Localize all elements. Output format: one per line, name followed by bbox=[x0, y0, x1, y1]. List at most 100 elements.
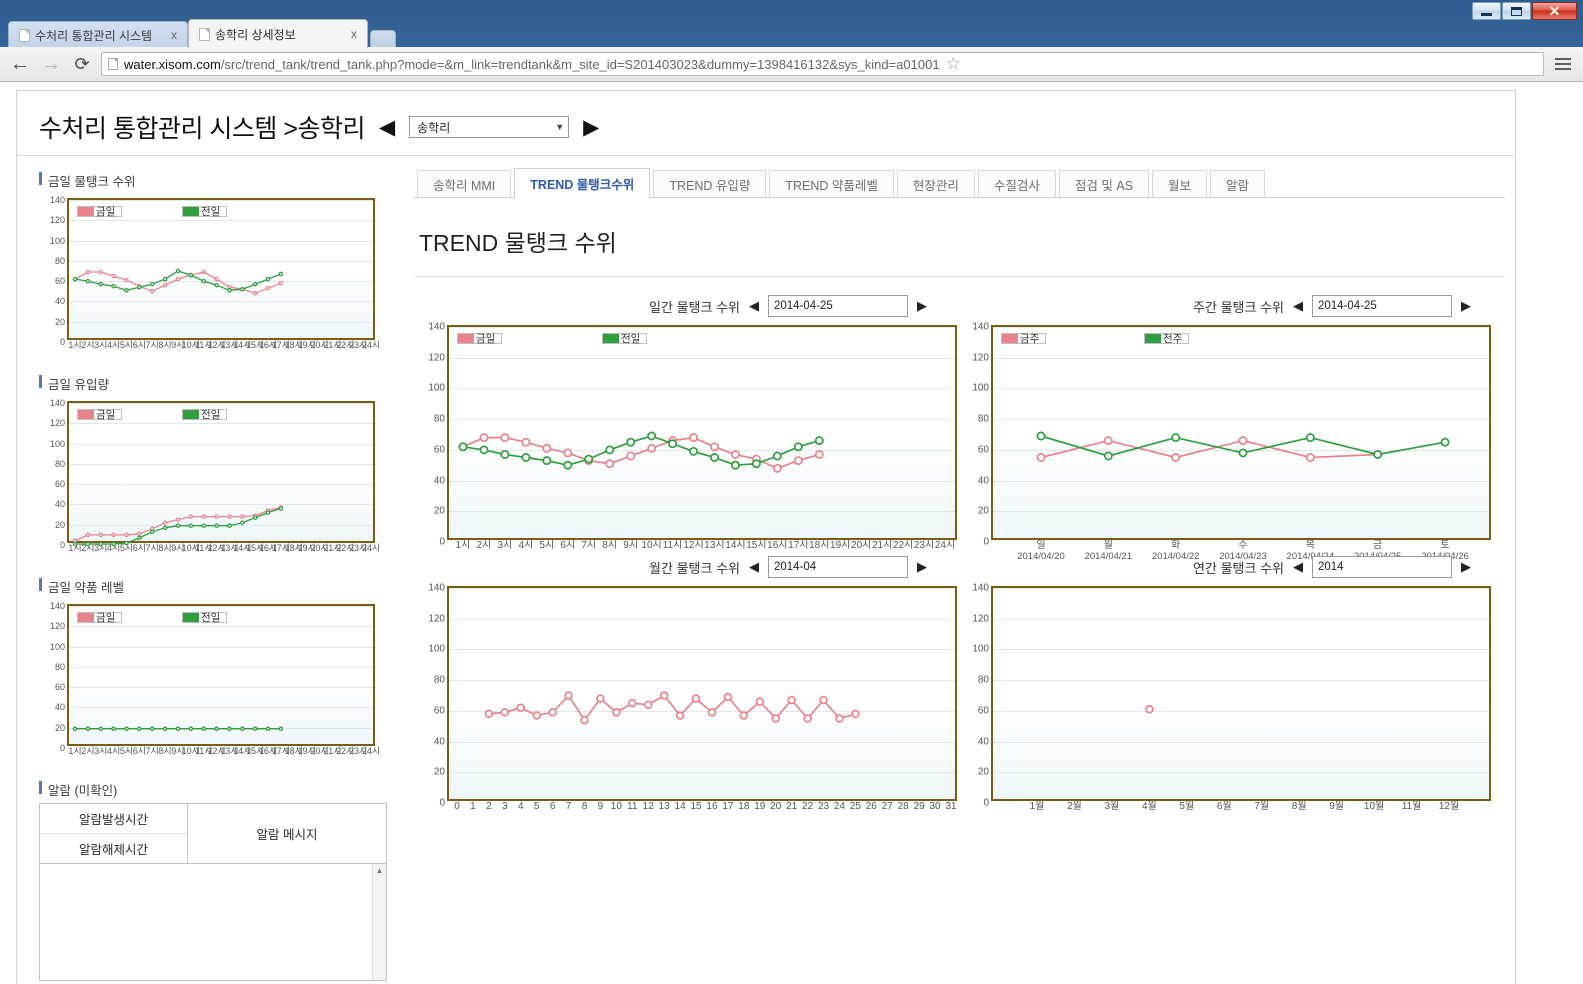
bookmark-star-icon[interactable]: ☆ bbox=[946, 54, 961, 74]
browser-tab-2[interactable]: 송학리 상세정보 x bbox=[188, 19, 368, 48]
annual-chart-controls: 연간 물탱크 수위 ◀ 2014 ▶ bbox=[957, 554, 1487, 580]
y-axis-tick: 20 bbox=[433, 505, 445, 517]
page-info-icon bbox=[108, 58, 118, 70]
x-axis-tick: 28 bbox=[897, 801, 909, 812]
main-title: TREND 물탱크 수위 bbox=[413, 198, 1505, 277]
legend-item: 전일 bbox=[182, 612, 227, 624]
y-axis-tick: 60 bbox=[977, 444, 989, 456]
chrome-menu-button[interactable] bbox=[1551, 58, 1575, 70]
x-axis-tick: 23 bbox=[817, 801, 830, 812]
alarm-start-time-header: 알람발생시간 bbox=[40, 804, 187, 834]
browser-tab-1-close-icon[interactable]: x bbox=[169, 28, 179, 42]
url-domain: water.xisom.com bbox=[124, 56, 221, 72]
browser-tab-1[interactable]: 수처리 통합관리 시스템 x bbox=[8, 21, 188, 48]
x-axis-tick: 10 bbox=[610, 801, 622, 812]
tab-8[interactable]: 알람 bbox=[1210, 170, 1266, 197]
reload-button[interactable]: ⟳ bbox=[70, 52, 94, 76]
weekly-date-input[interactable]: 2014-04-25 bbox=[1312, 295, 1452, 317]
next-site-button[interactable]: ▶ bbox=[583, 117, 599, 138]
y-axis-tick: 40 bbox=[54, 296, 65, 307]
site-select-dropdown[interactable]: 송학리 ▼ bbox=[409, 116, 570, 138]
y-axis-tick: 100 bbox=[49, 438, 65, 449]
forward-button[interactable]: → bbox=[39, 52, 63, 76]
daily-date-input[interactable]: 2014-04-25 bbox=[768, 295, 908, 317]
legend-item: 금일 bbox=[77, 409, 122, 421]
x-axis-tick: 16 bbox=[706, 801, 718, 812]
mini-chart-chemical[interactable]: 0 20 40 60 80 100 120 140 1시 2시 3시 4시 5시 6시 7시 8시 9시 10시 1… bbox=[39, 600, 387, 775]
x-axis-tick: 24 bbox=[833, 801, 845, 812]
page-favicon-icon bbox=[199, 27, 210, 41]
x-axis-tick: 5시 bbox=[119, 340, 134, 350]
prev-site-button[interactable]: ◀ bbox=[379, 117, 395, 138]
monthly-chart-plot[interactable]: 0 20 40 60 80 100 120 140 0 1 2 3 4 5 6 7 8 9 10 11 12 13 14 15… bbox=[428, 583, 957, 812]
scroll-up-icon[interactable]: ▲ bbox=[373, 864, 386, 877]
tab-6[interactable]: 점검 및 AS bbox=[1058, 170, 1150, 197]
tab-7-label: 월보 bbox=[1168, 178, 1192, 193]
alarm-scrollbar[interactable]: ▲ bbox=[372, 864, 386, 980]
y-axis-tick: 140 bbox=[972, 321, 989, 333]
url-path: /src/trend_tank/trend_tank.php?mode=&m_l… bbox=[220, 56, 940, 72]
annual-prev-button[interactable]: ◀ bbox=[1293, 559, 1303, 575]
annual-tank-level-series bbox=[1145, 705, 1154, 714]
tab-3[interactable]: TREND 약품레벨 bbox=[769, 170, 894, 197]
monthly-next-button[interactable]: ▶ bbox=[917, 559, 927, 575]
address-bar[interactable]: water.xisom.com/src/trend_tank/trend_tan… bbox=[101, 52, 1544, 76]
alarm-table-body: ▲ bbox=[40, 864, 386, 980]
daily-tank-level-series bbox=[458, 431, 824, 473]
annual-chart-plot[interactable]: 0 20 40 60 80 100 120 140 1월 2월 3월 4월 5월 6월 7월 8월 9월 10월 1… bbox=[972, 583, 1491, 812]
daily-chart-plot[interactable]: 0 20 40 60 80 100 120 140 1시 2시 3시 4시 5시 6시 7시 8시 9시 10시 1… bbox=[428, 322, 957, 551]
weekly-chart-plot[interactable]: 0 20 40 60 80 100 120 140 일 2014/04/20 월 2014/04/21… bbox=[972, 322, 1491, 561]
tab-1[interactable]: TREND 물탱크수위 bbox=[514, 168, 651, 198]
daily-tank-level-legend: 금일 전일 bbox=[457, 333, 647, 345]
tab-4[interactable]: 현장관리 bbox=[896, 170, 975, 197]
y-axis-tick: 140 bbox=[49, 398, 65, 408]
monthly-tank-level-box: 0 20 40 60 80 100 120 140 0 1 2 3 4 5 6 7 8 9 10 11 12 13 14 15… bbox=[428, 583, 957, 812]
tab-0[interactable]: 송학리 MMI bbox=[417, 170, 512, 197]
y-axis-tick: 120 bbox=[428, 613, 445, 625]
legend-swatch-icon bbox=[457, 333, 474, 344]
monthly-date-input[interactable]: 2014-04 bbox=[768, 556, 908, 578]
chart-cell-monthly: 월간 물탱크 수위 ◀ 2014-04 ▶ 0 20 40 60 80 100 120 140… bbox=[413, 540, 957, 812]
weekly-prev-button[interactable]: ◀ bbox=[1293, 298, 1303, 314]
y-axis-tick: 0 bbox=[983, 797, 989, 809]
mini-chart-inflow[interactable]: 0 20 40 60 80 100 120 140 1시 2시 3시 4시 5시 6시 7시 8시 9시 10시 1… bbox=[39, 397, 387, 572]
monthly-tank-level-series bbox=[484, 691, 860, 725]
monthly-prev-button[interactable]: ◀ bbox=[749, 559, 759, 575]
y-axis-tick: 100 bbox=[49, 235, 65, 246]
weekly-chart-controls: 주간 물탱크 수위 ◀ 2014-04-25 ▶ bbox=[957, 293, 1487, 319]
alarm-table: 알람발생시간 알람해제시간 알람 메시지 ▲ bbox=[39, 803, 387, 981]
x-axis-tick: 3 bbox=[502, 801, 508, 812]
sidebar-chemical-level-box: 0 20 40 60 80 100 120 140 1시 2시 3시 4시 5시 6시 7시 8시 9시 10시 1… bbox=[50, 601, 380, 756]
tab-2[interactable]: TREND 유입량 bbox=[653, 170, 767, 197]
mini-chart-tank-level[interactable]: 0 20 40 60 80 100 120 140 1시 2시 3시 4시 5시 6시 7시 8시 9시 10시 1… bbox=[39, 194, 387, 369]
annual-next-button[interactable]: ▶ bbox=[1461, 559, 1471, 575]
new-tab-button[interactable] bbox=[370, 30, 396, 48]
chart-row-bottom: 월간 물탱크 수위 ◀ 2014-04 ▶ 0 20 40 60 80 100 120 140… bbox=[413, 540, 1505, 812]
content-split: 금일 물탱크 수위 0 20 40 60 80 100 120 140 1시 2시 3시 4시 5시 6시… bbox=[17, 156, 1515, 983]
annual-date-input[interactable]: 2014 bbox=[1312, 556, 1452, 578]
tab-5[interactable]: 수질검사 bbox=[977, 170, 1056, 197]
y-axis-tick: 100 bbox=[428, 382, 445, 394]
weekly-tank-level-box: 0 20 40 60 80 100 120 140 일 2014/04/20 월 2014/04/21… bbox=[972, 322, 1491, 561]
daily-prev-button[interactable]: ◀ bbox=[749, 298, 759, 314]
x-axis-tick: 21 bbox=[786, 801, 798, 812]
y-axis-tick: 140 bbox=[428, 321, 445, 333]
weekly-next-button[interactable]: ▶ bbox=[1461, 298, 1471, 314]
y-axis-tick: 120 bbox=[49, 621, 65, 632]
x-axis-tick: 7 bbox=[565, 801, 572, 812]
chart-cell-weekly: 주간 물탱크 수위 ◀ 2014-04-25 ▶ 0 20 40 60 80 100 120… bbox=[957, 279, 1491, 561]
x-axis-tick: 5 bbox=[533, 801, 540, 812]
y-axis-tick: 80 bbox=[433, 674, 445, 686]
legend-item: 전주 bbox=[1144, 333, 1189, 345]
browser-tab-2-close-icon[interactable]: x bbox=[349, 27, 359, 41]
tab-7[interactable]: 월보 bbox=[1152, 170, 1208, 197]
legend-swatch-icon bbox=[602, 333, 619, 344]
y-axis-tick: 80 bbox=[433, 413, 445, 425]
legend-label: 금일 bbox=[474, 333, 502, 345]
chart-row-top: 일간 물탱크 수위 ◀ 2014-04-25 ▶ 0 20 40 60 80 100 120… bbox=[413, 279, 1505, 561]
back-button[interactable]: ← bbox=[8, 52, 32, 76]
y-axis-tick: 40 bbox=[433, 475, 445, 487]
x-axis-tick: 29 bbox=[913, 801, 925, 812]
daily-next-button[interactable]: ▶ bbox=[917, 298, 927, 314]
close-icon: ✕ bbox=[1548, 3, 1561, 19]
